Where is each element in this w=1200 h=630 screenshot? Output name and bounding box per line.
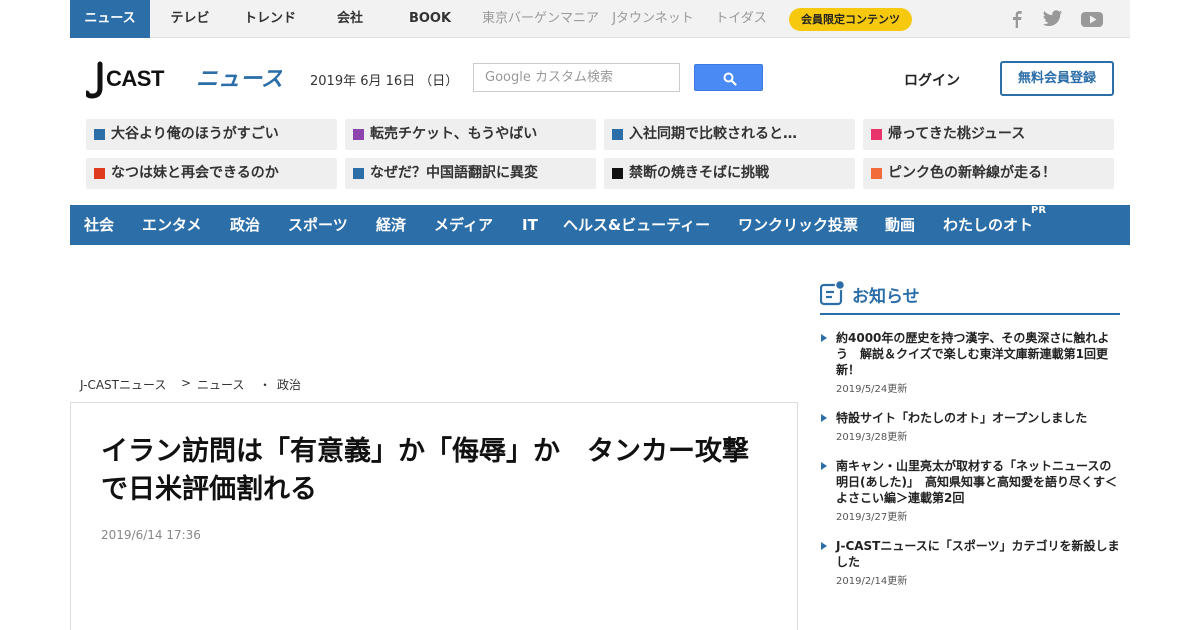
notice-icon [819, 279, 846, 306]
search-button[interactable] [694, 64, 763, 91]
category-health-beauty[interactable]: ヘルス&ビューティー [563, 205, 710, 245]
topic-label: 大谷より俺のほうがすごい [111, 126, 279, 142]
register-button[interactable]: 無料会員登録 [1000, 61, 1114, 96]
top-navigation: ニュース テレビ トレンド 会社 BOOK 東京バーゲンマニア Jタウンネット … [70, 0, 1130, 38]
topic-link[interactable]: 禁断の焼きそばに挑戦 [604, 158, 855, 189]
topic-link[interactable]: 入社同期で比較されると… [604, 119, 855, 150]
notice-item[interactable]: 南キャン・山里亮太が取材する「ネットニュースの明日(あした)」 高知県知事と高知… [820, 458, 1120, 523]
category-watashi-no-oto[interactable]: わたしのオト [943, 205, 1033, 245]
bullet-triangle-icon [821, 542, 827, 550]
notice-item[interactable]: 約4000年の歴史を持つ漢字、その奥深さに触れよう 解説＆クイズで楽しむ東洋文庫… [820, 330, 1120, 395]
topic-color-marker [94, 168, 105, 179]
member-content-button[interactable]: 会員限定コンテンツ [789, 8, 912, 31]
notice-item-title[interactable]: J-CASTニュースに「スポーツ」カテゴリを新設しました [836, 538, 1120, 570]
notice-item-title[interactable]: 約4000年の歴史を持つ漢字、その奥深さに触れよう 解説＆クイズで楽しむ東洋文庫… [836, 330, 1120, 378]
article-card: イラン訪問は「有意義」か「侮辱」か タンカー攻撃で日米評価割れる 2019/6/… [70, 402, 798, 630]
topic-color-marker [353, 129, 364, 140]
notice-item-date: 2019/3/28更新 [836, 432, 908, 443]
search-icon [723, 72, 737, 86]
topnav-item-book[interactable]: BOOK [400, 0, 460, 38]
category-one-click-vote[interactable]: ワンクリック投票 [738, 205, 858, 245]
topic-label: 入社同期で比較されると… [629, 126, 797, 142]
jcast-news-logo[interactable]: CAST ニュース [84, 58, 283, 100]
category-society[interactable]: 社会 [84, 205, 114, 245]
topic-label: 禁断の焼きそばに挑戦 [629, 165, 769, 181]
notice-heading: お知らせ [852, 287, 920, 307]
category-it[interactable]: IT [522, 205, 538, 245]
topnav-item-company[interactable]: 会社 [325, 0, 375, 38]
topic-color-marker [612, 168, 623, 179]
article-date: 2019/6/14 17:36 [101, 528, 201, 542]
topnav-item-bargain-mania[interactable]: 東京バーゲンマニア [478, 0, 603, 38]
bullet-triangle-icon [821, 334, 827, 342]
notice-item-title[interactable]: 南キャン・山里亮太が取材する「ネットニュースの明日(あした)」 高知県知事と高知… [836, 458, 1120, 506]
topic-label: 帰ってきた桃ジュース [888, 126, 1026, 142]
notice-item-date: 2019/2/14更新 [836, 576, 908, 587]
category-economy[interactable]: 経済 [376, 205, 406, 245]
category-politics[interactable]: 政治 [230, 205, 260, 245]
notice-item[interactable]: 特設サイト「わたしのオト」オープンしました 2019/3/28更新 [820, 410, 1120, 443]
topic-link[interactable]: 転売チケット、もうやばい [345, 119, 596, 150]
topnav-item-toidas[interactable]: トイダス [712, 0, 770, 38]
topic-link[interactable]: なぜだ？中国語翻訳に異変 [345, 158, 596, 189]
topnav-item-tv[interactable]: テレビ [160, 0, 220, 38]
topnav-item-jtown[interactable]: Jタウンネット [610, 0, 696, 38]
topic-link[interactable]: 大谷より俺のほうがすごい [86, 119, 337, 150]
article-title: イラン訪問は「有意義」か「侮辱」か タンカー攻撃で日米評価割れる [101, 436, 749, 505]
category-sports[interactable]: スポーツ [288, 205, 348, 245]
current-date: 2019年 6月 16日 （日） [310, 74, 459, 89]
category-navigation: 社会 エンタメ 政治 スポーツ 経済 メディア IT ヘルス&ビューティー ワン… [70, 205, 1130, 245]
bullet-triangle-icon [821, 462, 827, 470]
bullet-triangle-icon [821, 414, 827, 422]
notice-item-date: 2019/3/27更新 [836, 512, 908, 523]
svg-text:CAST: CAST [106, 66, 165, 91]
topic-label: なつは妹と再会できるのか [111, 165, 279, 181]
notice-item-date: 2019/5/24更新 [836, 384, 908, 395]
category-entertainment[interactable]: エンタメ [142, 205, 202, 245]
svg-text:ニュース: ニュース [196, 67, 282, 92]
topic-link[interactable]: なつは妹と再会できるのか [86, 158, 337, 189]
topnav-item-news[interactable]: ニュース [70, 0, 150, 38]
breadcrumb-separator: ・ [259, 378, 272, 392]
topnav-item-trend[interactable]: トレンド [235, 0, 305, 38]
search-input[interactable]: Google カスタム検索 [473, 63, 680, 92]
topic-label: なぜだ？中国語翻訳に異変 [370, 165, 538, 181]
notice-header: お知らせ [819, 279, 1120, 315]
login-link[interactable]: ログイン [904, 70, 960, 90]
topic-link[interactable]: 帰ってきた桃ジュース [863, 119, 1114, 150]
notice-item-title[interactable]: 特設サイト「わたしのオト」オープンしました [836, 410, 1120, 426]
category-video[interactable]: 動画 [885, 205, 915, 245]
topic-label: ピンク色の新幹線が走る！ [888, 165, 1056, 181]
topic-color-marker [871, 129, 882, 140]
breadcrumb-politics[interactable]: 政治 [277, 376, 301, 393]
topic-link[interactable]: ピンク色の新幹線が走る！ [863, 158, 1114, 189]
topic-label: 転売チケット、もうやばい [370, 126, 538, 142]
twitter-icon[interactable] [1042, 9, 1064, 29]
breadcrumb-separator: > [181, 376, 192, 390]
youtube-icon[interactable] [1080, 9, 1104, 29]
topic-color-marker [94, 129, 105, 140]
category-media[interactable]: メディア [434, 205, 493, 245]
topic-color-marker [353, 168, 364, 179]
breadcrumb-news[interactable]: ニュース [197, 376, 244, 393]
facebook-icon[interactable] [1006, 9, 1028, 29]
breadcrumb-home[interactable]: J-CASTニュース [80, 376, 166, 393]
topic-color-marker [871, 168, 882, 179]
topic-color-marker [612, 129, 623, 140]
notice-item[interactable]: J-CASTニュースに「スポーツ」カテゴリを新設しました 2019/2/14更新 [820, 538, 1120, 587]
pr-label: PR [1031, 205, 1047, 216]
